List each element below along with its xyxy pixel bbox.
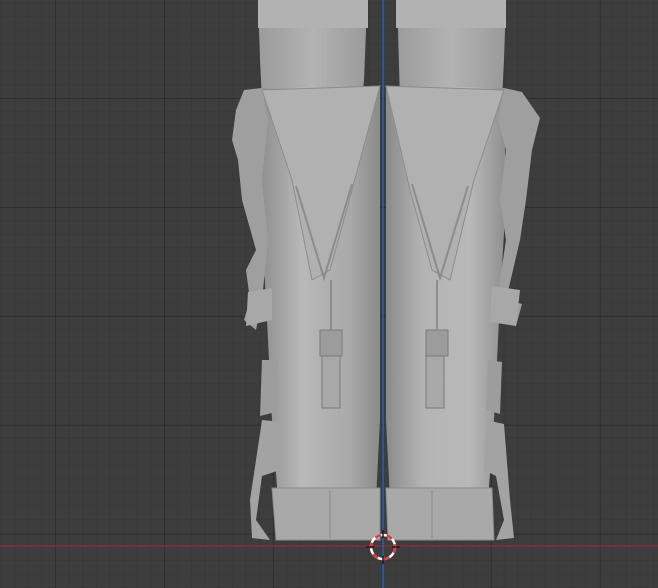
right-side-strap [486,360,502,414]
right-buckle-flap [490,286,520,326]
scene-canvas[interactable] [0,0,658,588]
left-buckle-flap [246,288,272,326]
left-thigh-band [258,0,368,28]
left-zipper-slider [319,329,343,357]
right-boot[interactable] [385,0,540,541]
left-side-strap [260,360,278,416]
right-thigh-band [396,0,506,28]
right-zipper-slider [425,329,449,357]
3d-viewport[interactable] [0,0,658,588]
left-boot-sole [271,487,381,541]
right-boot-sole [385,487,495,541]
left-zipper-tab [321,355,341,409]
left-boot[interactable] [232,0,381,541]
right-zipper-tab [425,355,445,409]
